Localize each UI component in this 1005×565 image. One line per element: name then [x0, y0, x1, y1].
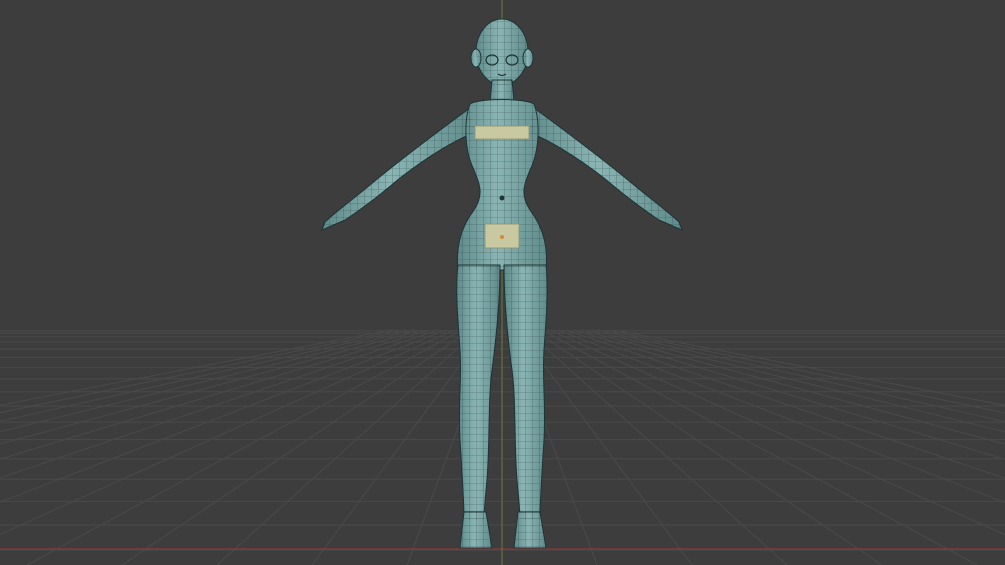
grid-line	[0, 329, 391, 406]
grid-line	[517, 329, 693, 565]
grid-line	[541, 329, 978, 565]
grid-line	[26, 329, 463, 565]
grid-line	[581, 329, 1005, 445]
grid-line	[0, 329, 407, 422]
grid-line	[533, 329, 883, 565]
grid-line	[311, 329, 487, 565]
grid-line	[613, 329, 1005, 406]
grid-line	[565, 329, 1005, 479]
chest-censor-bar	[474, 125, 530, 140]
grid-line	[525, 329, 788, 565]
viewport-canvas[interactable]	[0, 0, 1005, 565]
3d-viewport[interactable]	[0, 0, 1005, 565]
origin-point[interactable]	[500, 235, 504, 239]
grid-line	[557, 329, 1005, 504]
grid-line	[121, 329, 471, 565]
grid-line	[216, 329, 479, 565]
grid-line	[573, 329, 1005, 460]
grid-line	[0, 329, 447, 503]
grid-line	[0, 329, 423, 445]
grid-line	[0, 329, 431, 460]
grid-line	[597, 329, 1005, 423]
grid-line	[0, 329, 439, 479]
navel-marker	[499, 195, 505, 201]
